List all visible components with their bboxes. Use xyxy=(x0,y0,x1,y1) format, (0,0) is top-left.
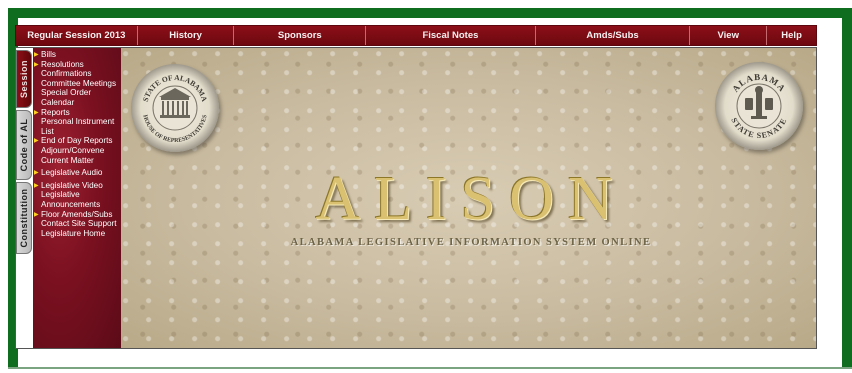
sidebar-item-label: Legislature Home xyxy=(41,228,106,238)
top-nav: Regular Session 2013 History Sponsors Fi… xyxy=(15,25,817,46)
house-seal: STATE OF ALABAMA HOUSE OF REPRESENTATIVE… xyxy=(131,64,219,152)
sidebar-item-legislature-home[interactable]: Legislature Home xyxy=(33,229,121,239)
senate-seal-icon: ALABAMA STATE SENATE xyxy=(729,72,787,140)
senate-seal: ALABAMA STATE SENATE xyxy=(715,62,803,150)
sidebar-item-label: Current Matter xyxy=(41,155,94,165)
nav-history[interactable]: History xyxy=(137,26,235,45)
sidebar-item-legislative-audio[interactable]: ▶ Legislative Audio xyxy=(33,168,121,178)
nav-sponsors[interactable]: Sponsors xyxy=(234,26,367,45)
tab-code-of-al[interactable]: Code of AL xyxy=(16,110,32,180)
submenu-arrow-icon: ▶ xyxy=(34,170,39,177)
sidebar-item-label: Committee Meetings xyxy=(41,78,117,88)
sidebar-item-label: Legislative Audio xyxy=(41,168,103,178)
sidebar-item-personal-instrument-list[interactable]: Personal Instrument List xyxy=(33,117,121,136)
sidebar-item-legislative-announcements[interactable]: Legislative Announcements xyxy=(33,190,121,209)
sidebar-item-end-of-day-reports[interactable]: ▶ End of Day Reports xyxy=(33,136,121,146)
sidebar-menu: ▶ Bills ▶ Resolutions Confirmations Commit… xyxy=(33,48,121,238)
sidebar-item-label: Legislative Video xyxy=(41,180,103,190)
sidebar-item-label: End of Day Reports xyxy=(41,136,113,146)
sidebar-item-label: Reports xyxy=(41,107,70,117)
nav-fiscal-notes[interactable]: Fiscal Notes xyxy=(366,26,536,45)
sidebar-item-label: Contact Site Support xyxy=(41,219,117,229)
tab-code-of-al-label: Code of AL xyxy=(19,118,29,172)
side-tabs: Session Code of AL Constitution xyxy=(16,48,33,348)
sidebar-item-current-matter[interactable]: Current Matter xyxy=(33,156,121,166)
sidebar-item-label: Personal Instrument List xyxy=(41,117,115,136)
sidebar-item-label: Legislative Announcements xyxy=(41,190,101,209)
sidebar-item-adjourn-convene[interactable]: Adjourn/Convene xyxy=(33,146,121,156)
sidebar-item-label: Special Order Calendar xyxy=(41,88,92,107)
sidebar-item-special-order-calendar[interactable]: Special Order Calendar xyxy=(33,88,121,107)
tab-constitution[interactable]: Constitution xyxy=(16,182,32,254)
tab-session[interactable]: Session xyxy=(16,50,32,108)
sidebar-item-bills[interactable]: ▶ Bills xyxy=(33,50,121,60)
sidebar-item-floor-amends-subs[interactable]: ▶ Floor Amends/Subs xyxy=(33,210,121,220)
sidebar-item-legislative-video[interactable]: ▶ Legislative Video xyxy=(33,181,121,191)
nav-help[interactable]: Help xyxy=(767,26,817,45)
content-area: Session Code of AL Constitution ▶ Bills ▶… xyxy=(15,47,817,349)
main-panel: STATE OF ALABAMA HOUSE OF REPRESENTATIVE… xyxy=(121,48,816,348)
sidebar-item-label: Bills xyxy=(41,50,57,59)
house-seal-icon: STATE OF ALABAMA HOUSE OF REPRESENTATIVE… xyxy=(141,73,209,144)
sidebar-item-confirmations[interactable]: Confirmations xyxy=(33,69,121,79)
sidebar-item-label: Confirmations xyxy=(41,69,92,79)
alison-logo: ALISON xyxy=(315,165,627,233)
nav-regular-session[interactable]: Regular Session 2013 xyxy=(16,26,138,45)
nav-view[interactable]: View xyxy=(690,26,768,45)
alison-tagline: ALABAMA LEGISLATIVE INFORMATION SYSTEM O… xyxy=(290,237,652,248)
tab-constitution-label: Constitution xyxy=(19,188,29,248)
sidebar-item-contact-site-support[interactable]: Contact Site Support xyxy=(33,219,121,229)
divider xyxy=(8,367,852,369)
sidebar-item-reports[interactable]: ▶ Reports xyxy=(33,108,121,118)
nav-amds-subs[interactable]: Amds/Subs xyxy=(535,26,691,45)
sidebar-item-committee-meetings[interactable]: Committee Meetings xyxy=(33,79,121,89)
tab-session-label: Session xyxy=(19,59,29,99)
sidebar-item-label: Adjourn/Convene xyxy=(41,145,105,155)
sidebar-item-label: Resolutions xyxy=(41,59,84,69)
sidebar: ▶ Bills ▶ Resolutions Confirmations Commit… xyxy=(33,48,121,348)
sidebar-item-label: Floor Amends/Subs xyxy=(41,209,113,219)
sidebar-item-resolutions[interactable]: ▶ Resolutions xyxy=(33,60,121,70)
